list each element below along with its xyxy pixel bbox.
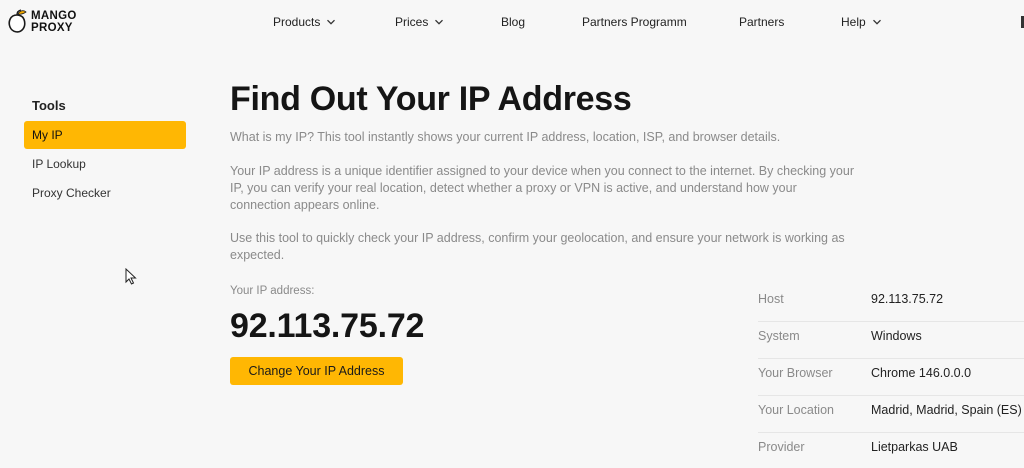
info-row-browser: Your Browser Chrome 146.0.0.0 xyxy=(758,359,1024,396)
sidebar-item-label: IP Lookup xyxy=(32,157,86,171)
chevron-down-icon xyxy=(435,19,444,25)
info-key: System xyxy=(758,329,800,343)
main-nav: Products Prices Blog Partners Programm P… xyxy=(0,15,1024,33)
intro-text: What is my IP? This tool instantly shows… xyxy=(230,130,781,144)
nav-partners[interactable]: Partners xyxy=(739,15,784,29)
sidebar-item-label: Proxy Checker xyxy=(32,186,111,200)
mouse-pointer-icon xyxy=(125,268,137,285)
info-value: Chrome 146.0.0.0 xyxy=(871,366,972,380)
info-key: Your Browser xyxy=(758,366,833,380)
sidebar-item-ip-lookup[interactable]: IP Lookup xyxy=(24,150,186,178)
sidebar-item-proxy-checker[interactable]: Proxy Checker xyxy=(24,179,186,207)
sidebar-item-label: My IP xyxy=(32,128,63,142)
info-value: 92.113.75.72 xyxy=(871,292,944,306)
nav-help-label: Help xyxy=(841,15,866,29)
sidebar-title: Tools xyxy=(32,98,66,113)
nav-partners-programm-label: Partners Programm xyxy=(582,15,687,29)
info-key: Host xyxy=(758,292,784,306)
usage-text: Use this tool to quickly check your IP a… xyxy=(230,231,845,262)
info-row-host: Host 92.113.75.72 xyxy=(758,285,1024,322)
nav-prices-label: Prices xyxy=(395,15,429,29)
info-row-provider: Provider Lietparkas UAB xyxy=(758,433,1024,468)
description-text: Your IP address is a unique identifier a… xyxy=(230,164,854,212)
nav-prices[interactable]: Prices xyxy=(395,15,444,29)
nav-partners-programm[interactable]: Partners Programm xyxy=(582,15,687,29)
info-key: Provider xyxy=(758,440,805,454)
sidebar-item-my-ip[interactable]: My IP xyxy=(24,121,186,149)
chevron-down-icon xyxy=(872,19,881,25)
info-row-location: Your Location Madrid, Madrid, Spain (ES) xyxy=(758,396,1024,433)
nav-partners-label: Partners xyxy=(739,15,785,29)
ip-label: Your IP address: xyxy=(230,285,315,297)
info-value: Windows xyxy=(871,329,922,343)
chevron-down-icon xyxy=(327,19,336,25)
nav-blog[interactable]: Blog xyxy=(501,15,525,29)
site-header: MANGO PROXY Products Prices Blog Partner… xyxy=(0,0,1024,46)
page-title: Find Out Your IP Address xyxy=(230,80,632,118)
info-value: Lietparkas UAB xyxy=(871,440,958,454)
info-key: Your Location xyxy=(758,403,834,417)
ip-value: 92.113.75.72 xyxy=(230,307,425,345)
info-row-system: System Windows xyxy=(758,322,1024,359)
nav-products[interactable]: Products xyxy=(273,15,336,29)
change-ip-button[interactable]: Change Your IP Address xyxy=(230,357,403,385)
nav-help[interactable]: Help xyxy=(841,15,882,29)
info-value: Madrid, Madrid, Spain (ES) xyxy=(871,403,1022,417)
nav-products-label: Products xyxy=(273,15,321,29)
nav-blog-label: Blog xyxy=(501,15,526,29)
